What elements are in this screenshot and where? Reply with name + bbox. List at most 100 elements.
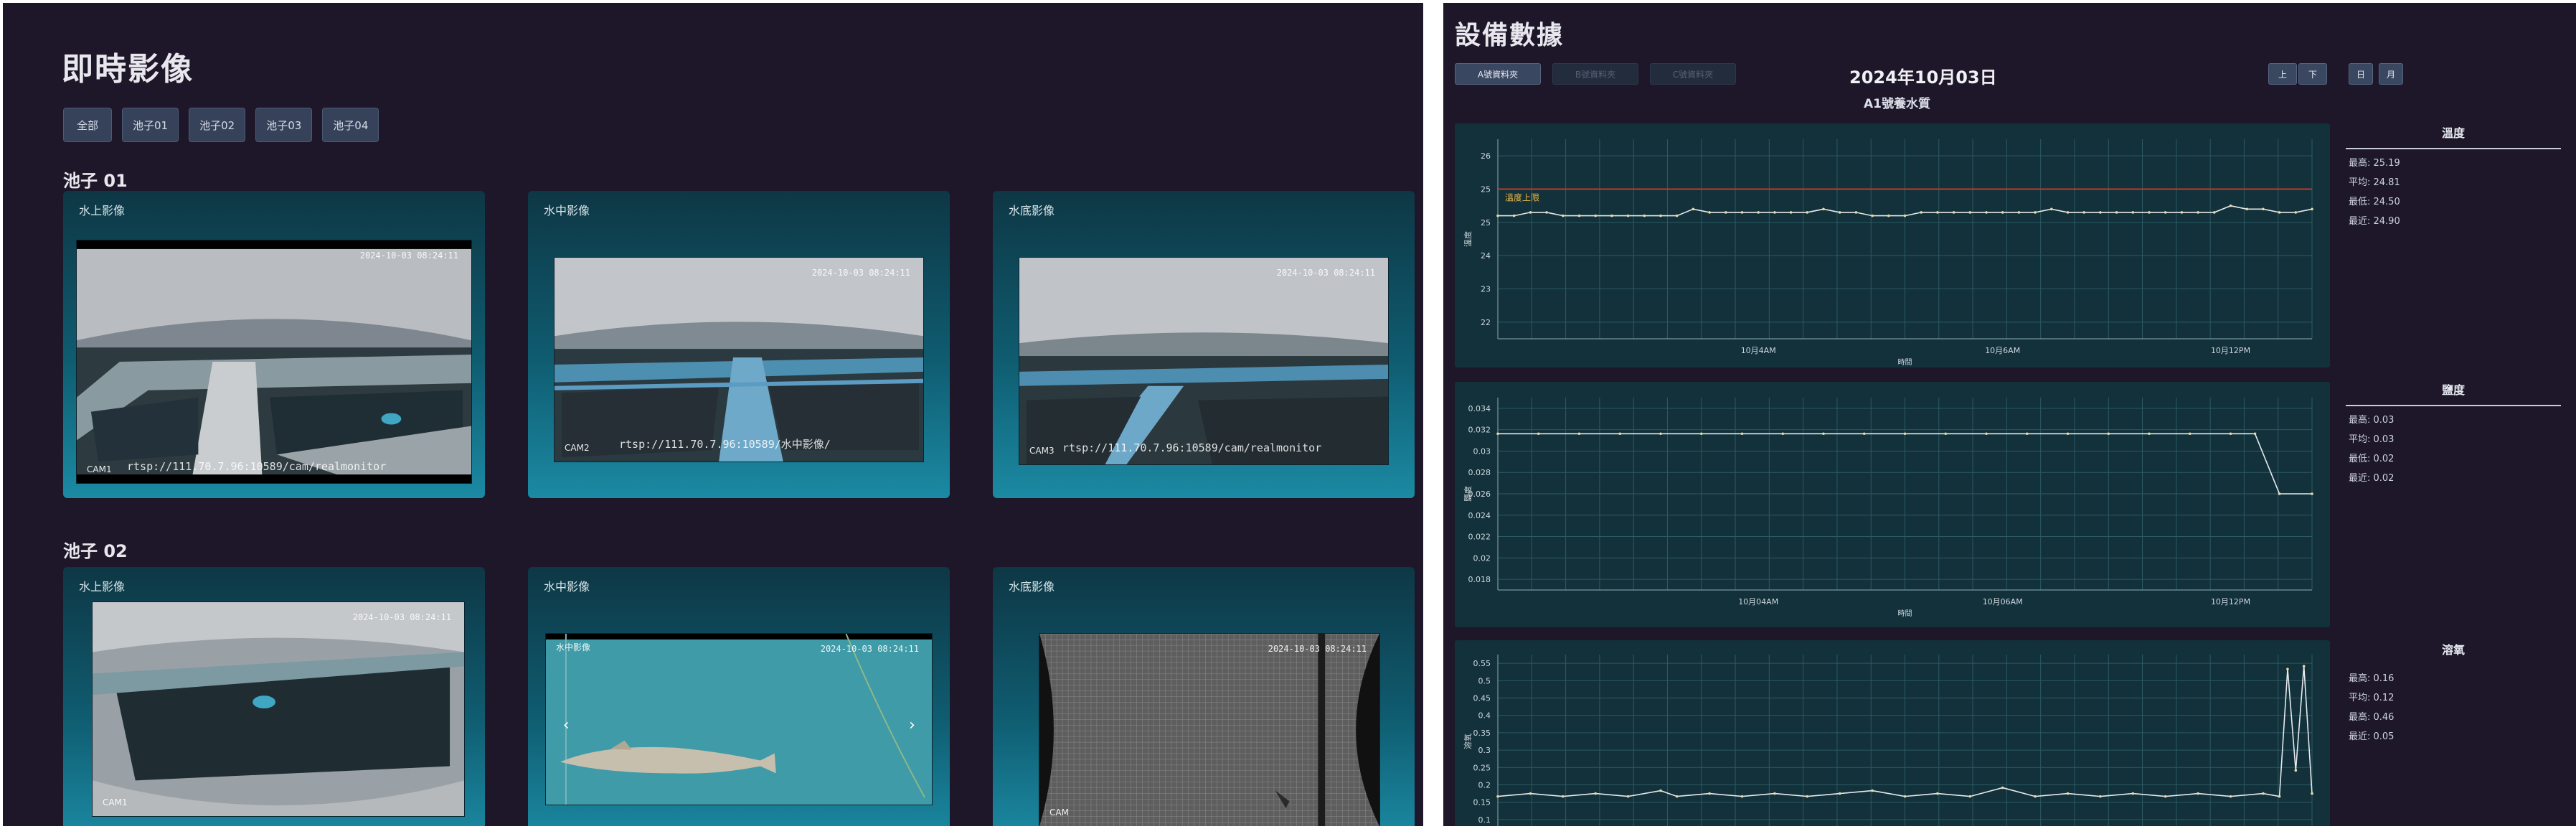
y-tick-label: 0.35: [1473, 729, 1491, 738]
camera-label: 水上影像: [79, 580, 126, 594]
data-point: [2262, 792, 2265, 795]
pool-01-above-water-card[interactable]: 水上影像 2024-10-03 08:24:11 rtsp://111.70.7…: [63, 191, 485, 498]
y-tick-label: 0.034: [1468, 404, 1491, 413]
data-point: [1692, 207, 1695, 211]
month-view-button[interactable]: 月: [2379, 63, 2403, 85]
y-tick-label: 0.032: [1468, 426, 1491, 435]
temperature-chart: 26 25 25 24 23 22 溫度 10月4AM 10月6AM 10月12PM 時間 溫度上限: [1455, 123, 2330, 367]
data-point: [1838, 211, 1841, 214]
data-point: [1806, 795, 1809, 798]
data-point: [2131, 792, 2135, 795]
data-point: [1757, 211, 1760, 214]
data-point: [1822, 207, 1825, 211]
camera-id: CAM3: [1029, 446, 1055, 456]
data-point: [1643, 214, 1646, 217]
x-tick-label: 10月12PM: [2211, 597, 2250, 606]
underwater-video[interactable]: 2024-10-03 08:24:11 rtsp://111.70.7.96:1…: [554, 257, 924, 462]
data-point: [2278, 211, 2281, 214]
filter-pool02-button[interactable]: 池子02: [189, 108, 246, 142]
data-point: [1725, 211, 1727, 214]
stat-min: 最低: 0.02: [2349, 454, 2395, 464]
salinity-chart: 0.034 0.032 0.03 0.028 0.026 0.024 0.022 0.02 0.…: [1455, 382, 2330, 627]
data-point: [1626, 795, 1630, 798]
device-data-title: 設備數據: [1455, 21, 1565, 50]
filter-pool01-button[interactable]: 池子01: [122, 108, 179, 142]
camera-label: 水上影像: [79, 204, 126, 217]
pool-02-bottom-card[interactable]: 水底影像 2024-10-03 08:24:11 CAM: [993, 567, 1415, 826]
day-view-button[interactable]: 日: [2349, 63, 2373, 85]
bottom-video[interactable]: 2024-10-03 08:24:11 CAM: [1039, 633, 1380, 826]
stat-max: 最高: 0.16: [2349, 673, 2395, 684]
filter-all-button[interactable]: 全部: [63, 108, 112, 142]
pool-02-underwater-card[interactable]: 水中影像 ‹ › 2024-10-03 08:24:11 水中影像: [528, 567, 950, 826]
data-point: [1618, 432, 1622, 436]
data-point: [1708, 792, 1711, 795]
data-point: [2131, 211, 2135, 214]
x-axis-label: 時間: [1898, 609, 1912, 618]
stats-title: 鹽度: [2346, 380, 2561, 406]
data-point: [2294, 769, 2298, 772]
data-point: [2229, 204, 2232, 207]
filter-pool03-button[interactable]: 池子03: [255, 108, 313, 142]
data-point: [2115, 211, 2118, 214]
data-point: [1936, 211, 1939, 214]
pool-02-above-water-card[interactable]: 水上影像 2024-10-03 08:24:11 CAM1: [63, 567, 485, 826]
stat-min: 最低: 24.50: [2349, 197, 2400, 207]
y-tick-label: 0.25: [1473, 763, 1491, 772]
y-tick-label: 0.03: [1473, 446, 1491, 456]
camera-timestamp: 2024-10-03 08:24:11: [1276, 268, 1375, 278]
tab-folder-b[interactable]: B號資料夾: [1552, 63, 1638, 85]
salinity-chart-svg: 0.0340.0320.030.0280.0260.0240.0220.020.…: [1463, 398, 2313, 618]
y-tick-label: 0.5: [1478, 676, 1491, 685]
y-tick-label: 0.02: [1473, 553, 1491, 563]
y-tick-label: 25: [1481, 185, 1491, 195]
camera-stream-url: rtsp://111.70.7.96:10589/cam/realmonitor: [127, 460, 387, 473]
pool-01-underwater-card[interactable]: 水中影像 2024-10-03 08:24:11 rtsp://111.70.7…: [528, 191, 950, 498]
tab-folder-a[interactable]: A號資料夾: [1455, 63, 1541, 85]
data-point: [1781, 432, 1785, 436]
data-point: [1740, 211, 1744, 214]
camera-stream-url: rtsp://111.70.7.96:10589/水中影像/: [619, 438, 831, 451]
camera-timestamp: 2024-10-03 08:24:11: [359, 250, 458, 261]
camera-timestamp: 2024-10-03 08:24:11: [820, 644, 919, 654]
data-point: [2286, 668, 2289, 670]
data-point: [1903, 432, 1907, 436]
prev-day-button[interactable]: 上: [2268, 63, 2297, 85]
above-water-video[interactable]: 2024-10-03 08:24:11 CAM1: [92, 601, 465, 817]
y-tick-label: 0.45: [1473, 694, 1491, 703]
data-point: [1610, 214, 1613, 217]
data-point: [1496, 214, 1499, 217]
data-point: [1944, 432, 1948, 436]
data-point: [2082, 211, 2085, 214]
data-point: [1773, 211, 1776, 214]
stat-latest: 最近: 0.05: [2349, 731, 2395, 742]
underwater-video[interactable]: ‹ › 2024-10-03 08:24:11 水中影像: [545, 633, 933, 805]
threshold-label: 溫度上限: [1505, 192, 1539, 203]
camera-label: 水底影像: [1009, 580, 1055, 594]
tab-folder-c[interactable]: C號資料夾: [1650, 63, 1736, 85]
camera-id: CAM: [1049, 807, 1069, 818]
data-point: [2294, 211, 2298, 214]
data-point: [2188, 432, 2192, 436]
data-point: [1740, 795, 1744, 798]
data-point: [1562, 795, 1565, 798]
data-point: [1952, 211, 1955, 214]
above-water-video[interactable]: 2024-10-03 08:24:11 rtsp://111.70.7.96:1…: [76, 240, 472, 484]
stats-title: 溶氧: [2441, 643, 2465, 657]
pool-01-bottom-card[interactable]: 水底影像 2024-10-03 08:24:11 rtsp://111.70.7…: [993, 191, 1415, 498]
bottom-video[interactable]: 2024-10-03 08:24:11 rtsp://111.70.7.96:1…: [1019, 257, 1389, 465]
data-point: [2099, 211, 2102, 214]
data-point: [1529, 211, 1532, 214]
data-point: [1822, 432, 1825, 436]
data-point: [1968, 211, 1972, 214]
data-point: [2066, 792, 2070, 795]
next-day-button[interactable]: 下: [2298, 63, 2327, 85]
y-tick-label: 0.1: [1478, 815, 1491, 825]
stat-min: 最高: 0.46: [2349, 712, 2395, 723]
stat-max: 最高: 0.03: [2349, 415, 2395, 426]
data-point: [2050, 207, 2053, 211]
data-point: [2311, 492, 2313, 495]
filter-pool04-button[interactable]: 池子04: [322, 108, 379, 142]
data-point: [1562, 214, 1565, 217]
data-point: [2213, 211, 2216, 214]
